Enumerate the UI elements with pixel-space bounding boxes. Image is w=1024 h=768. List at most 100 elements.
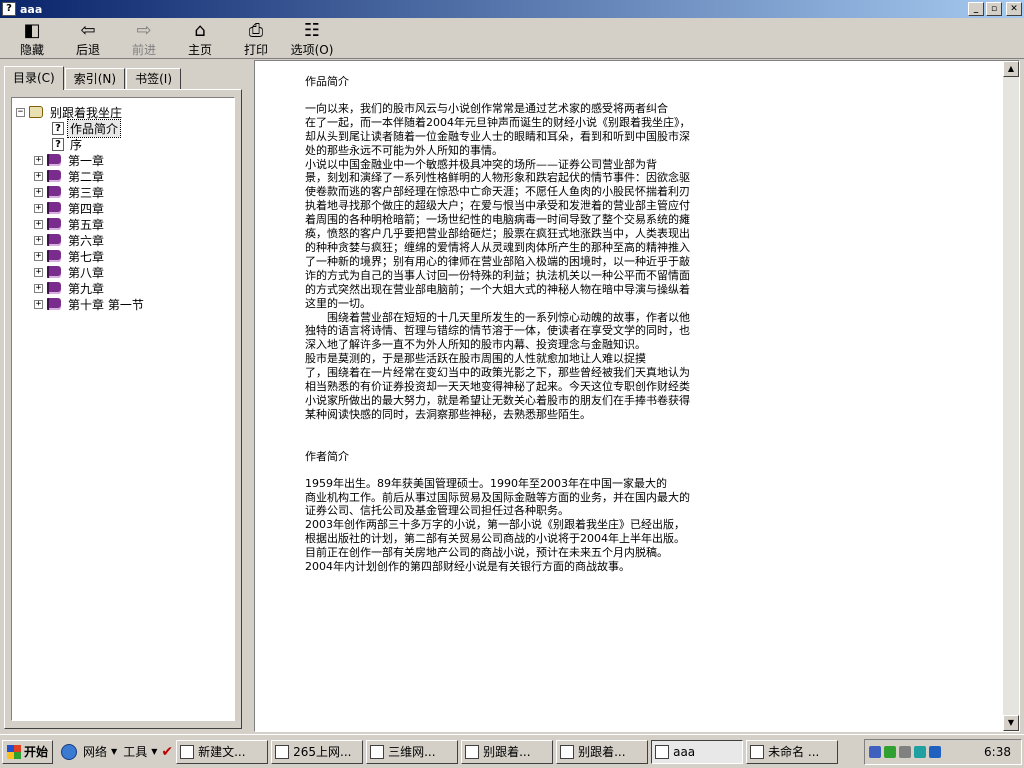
text-line: 了一种新的境界；别有用心的律师在营业部陷入极端的困境时，以一种近乎于敲 (305, 254, 690, 268)
open-book-icon (29, 106, 43, 118)
expand-icon[interactable]: + (34, 267, 43, 277)
expand-icon[interactable]: + (34, 219, 43, 229)
topic-content: 作品简介 一向以来，我们的股市风云与小说创作常常是通过艺术家的感受将两者纠合 在了… (305, 75, 730, 574)
expand-icon[interactable]: + (34, 299, 43, 309)
text-line: 2003年创作两部三十多万字的小说，第一部小说《别跟着我坐庄》已经出版， (305, 518, 685, 532)
task-button[interactable]: aaa (651, 739, 744, 764)
forward-label: 前进 (131, 43, 156, 57)
text-line: 执着地寻找那个做庄的超级大户；在爱与恨当中承受和发泄着的营业部主管应付 (305, 199, 690, 213)
system-tray: 6:38 (864, 739, 1022, 765)
task-button[interactable]: 三维网... (366, 739, 459, 764)
task-label: 未命名 ... (768, 745, 820, 759)
tree-page[interactable]: ? 序 (16, 136, 146, 152)
hide-button[interactable]: ◧ 隐藏 (4, 18, 60, 58)
volume-tray-icon[interactable] (899, 746, 911, 758)
tab-1[interactable]: 索引(N) (64, 68, 126, 90)
network-tray-icon[interactable] (869, 746, 881, 758)
tree-chapter[interactable]: + 第八章 (16, 264, 146, 280)
vertical-scrollbar[interactable]: ▲ ▼ (1003, 61, 1019, 731)
tree-chapter[interactable]: + 第三章 (16, 184, 146, 200)
expand-icon[interactable]: + (34, 187, 43, 197)
text-line: 小说以中国金融业中一个敏感并极具冲突的场所——证券公司营业部为背 (305, 157, 657, 171)
expand-icon[interactable]: + (34, 203, 43, 213)
task-label: 265上网... (293, 745, 352, 759)
umbrella-tray-icon[interactable] (914, 746, 926, 758)
expand-icon[interactable]: + (34, 283, 43, 293)
tree-root-label: 别跟着我坐庄 (50, 105, 123, 120)
tree-page[interactable]: ? 作品简介 (16, 118, 146, 138)
tree-chapter-label: 第三章 (68, 185, 105, 200)
expand-icon[interactable]: + (34, 251, 43, 261)
app-logo-icon[interactable]: ✔ (161, 744, 173, 760)
hide-label: 隐藏 (19, 43, 44, 57)
tree-chapter-label: 第四章 (68, 201, 105, 216)
tree-chapter[interactable]: + 第六章 (16, 232, 146, 248)
tree-chapter[interactable]: + 第七章 (16, 248, 146, 264)
task-button[interactable]: 别跟着... (461, 739, 554, 764)
tree-chapter[interactable]: + 第十章 第一节 (16, 296, 146, 312)
text-line: 1959年出生。89年获美国管理硕士。1990年至2003年在中国一家最大的 (305, 476, 667, 490)
start-button[interactable]: 开始 (2, 739, 54, 764)
text-line: 了，围绕着在一片经常在变幻当中的政策光影之下，那些曾经被我们天真地认为 (305, 366, 690, 380)
tree-chapter[interactable]: + 第五章 (16, 216, 146, 232)
book-icon (47, 218, 61, 230)
forward-button[interactable]: ⇨ 前进 (116, 18, 172, 58)
toolbar: ◧ 隐藏 ⇦ 后退 ⇨ 前进 ⌂ 主页 ⎙ 打印 ☷ 选项(O) (0, 18, 1024, 59)
task-button[interactable]: 未命名 ... (746, 739, 839, 764)
book-icon (47, 298, 61, 310)
task-button[interactable]: 别跟着... (556, 739, 649, 764)
close-button[interactable]: ✕ (1006, 2, 1022, 16)
text-line: 在了一起，而一本伴随着2004年元旦钟声而诞生的财经小说《别跟着我坐庄》， (305, 115, 691, 129)
text-line: 根据出版社的计划，第二部有关贸易公司商战的小说将于2004年上半年出版。 (305, 532, 685, 546)
tree-chapter[interactable]: + 第一章 (16, 152, 146, 168)
minimize-button[interactable]: _ (968, 2, 984, 16)
tab-2[interactable]: 书签(I) (126, 68, 181, 90)
contents-tree-box[interactable]: − 别跟着我坐庄? 作品简介? 序 + 第一章 + 第二章 + 第三章 + 第四章 + 第五章 + 第六章 + 第… (11, 97, 235, 721)
text-line: 相当熟悉的有价证券投资却一天天地变得神秘了起来。今天这位专职创作财经类 (305, 380, 690, 394)
text-line: 痪，愤怒的客户几乎要把营业部给砸烂；股票在疯狂式地涨跌当中，人类表现出 (305, 227, 690, 241)
scroll-down-button[interactable]: ▼ (1003, 715, 1019, 731)
home-button[interactable]: ⌂ 主页 (172, 18, 228, 58)
quicklaunch-network[interactable]: 网络 (83, 743, 107, 760)
text-line: 景，刻划和演绎了一系列性格鲜明的人物形象和跌宕起伏的情节事件：因欲念驱 (305, 171, 690, 185)
book-icon (47, 154, 61, 166)
help-page-icon: ? (52, 121, 64, 135)
chevron-down-icon[interactable]: ▼ (151, 747, 157, 756)
options-icon: ☷ (303, 20, 321, 41)
text-line: 股市是莫测的，于是那些活跃在股市周围的人性就愈加地让人难以捉摸 (305, 352, 646, 366)
tree-chapter-label: 第九章 (68, 281, 105, 296)
back-label: 后退 (75, 43, 100, 57)
tree-chapter[interactable]: + 第九章 (16, 280, 146, 296)
text-line: 小说家所做出的最大努力，就是希望让无数关心着股市的朋友们在手捧书卷获得 (305, 393, 690, 407)
author-text: 1959年出生。89年获美国管理硕士。1990年至2003年在中国一家最大的 商业… (305, 477, 730, 574)
folder-icon (180, 744, 195, 759)
scroll-up-button[interactable]: ▲ (1003, 61, 1019, 77)
title-bar: ? aaa _ ▫ ✕ (0, 0, 1024, 18)
tree-chapter-label: 第一章 (68, 153, 105, 168)
options-label: 选项(O) (290, 43, 334, 57)
tab-0[interactable]: 目录(C) (4, 66, 64, 90)
expand-icon[interactable]: + (34, 235, 43, 245)
shield-tray-icon[interactable] (929, 746, 941, 758)
options-button[interactable]: ☷ 选项(O) (284, 18, 340, 58)
tree-chapter[interactable]: + 第四章 (16, 200, 146, 216)
text-line: 着周围的各种明枪暗箭；一场世纪性的电脑病毒一时间导致了整个交易系统的瘫 (305, 213, 690, 227)
task-button[interactable]: 265上网... (271, 739, 364, 764)
chevron-down-icon[interactable]: ▼ (111, 747, 117, 756)
restore-button[interactable]: ▫ (986, 2, 1002, 16)
collapse-icon[interactable]: − (16, 107, 25, 117)
monitor-tray-icon[interactable] (884, 746, 896, 758)
tree-chapter-label: 第八章 (68, 265, 105, 280)
tree-chapter[interactable]: + 第二章 (16, 168, 146, 184)
task-button[interactable]: 新建文... (176, 739, 269, 764)
tree-root[interactable]: − 别跟着我坐庄 (16, 104, 146, 120)
clock[interactable]: 6:38 (984, 745, 1011, 759)
back-button[interactable]: ⇦ 后退 (60, 18, 116, 58)
expand-icon[interactable]: + (34, 155, 43, 165)
browser-quicklaunch-icon[interactable] (61, 743, 78, 760)
text-line: 证券公司、信托公司及基金管理公司担任过各种职务。 (305, 504, 569, 518)
expand-icon[interactable]: + (34, 171, 43, 181)
print-button[interactable]: ⎙ 打印 (228, 18, 284, 58)
quicklaunch-tools[interactable]: 工具 (123, 743, 147, 760)
help-page-icon: ? (52, 137, 64, 151)
